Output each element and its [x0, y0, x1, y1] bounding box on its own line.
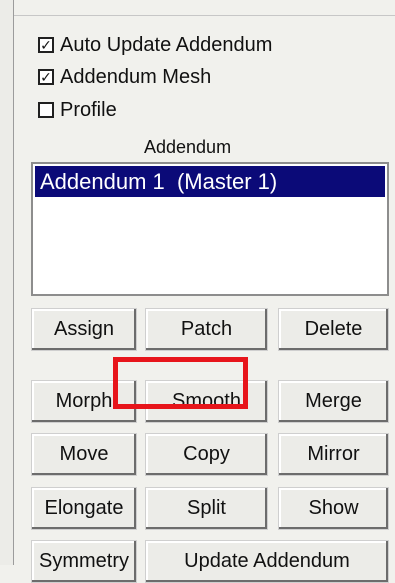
auto-update-addendum-label: Auto Update Addendum — [60, 34, 273, 56]
addendum-action-buttons: Assign Patch Delete Morph Smooth Merge M… — [26, 307, 394, 583]
merge-button[interactable]: Merge — [278, 380, 389, 423]
left-frame-border — [0, 0, 14, 565]
addendum-mesh-checkbox[interactable]: ✓ — [38, 69, 54, 85]
checkmark-icon: ✓ — [40, 37, 52, 53]
elongate-button[interactable]: Elongate — [31, 487, 137, 530]
smooth-button[interactable]: Smooth — [145, 380, 268, 423]
addendum-section-title: Addendum — [144, 137, 232, 157]
addendum-mesh-label: Addendum Mesh — [60, 66, 212, 88]
copy-button[interactable]: Copy — [145, 433, 268, 476]
move-button[interactable]: Move — [31, 433, 137, 476]
delete-button[interactable]: Delete — [278, 308, 389, 351]
mirror-button[interactable]: Mirror — [278, 433, 389, 476]
patch-button[interactable]: Patch — [145, 308, 268, 351]
auto-update-addendum-option[interactable]: ✓ Auto Update Addendum — [38, 31, 272, 59]
profile-checkbox[interactable] — [38, 102, 54, 118]
morph-button[interactable]: Morph — [31, 380, 137, 423]
addendum-mesh-option[interactable]: ✓ Addendum Mesh — [38, 63, 211, 91]
addendum-panel: ✓ Auto Update Addendum ✓ Addendum Mesh P… — [26, 17, 394, 583]
show-button[interactable]: Show — [278, 487, 389, 530]
profile-option[interactable]: Profile — [38, 96, 117, 124]
top-frame-border — [14, 0, 395, 16]
assign-button[interactable]: Assign — [31, 308, 137, 351]
symmetry-button[interactable]: Symmetry — [31, 540, 137, 583]
addendum-list[interactable]: Addendum 1 (Master 1) — [31, 162, 389, 296]
update-addendum-button[interactable]: Update Addendum — [145, 540, 389, 583]
auto-update-addendum-checkbox[interactable]: ✓ — [38, 37, 54, 53]
selected-addendum-list-item[interactable]: Addendum 1 (Master 1) — [35, 166, 385, 197]
addendum-panel-window: ✓ Auto Update Addendum ✓ Addendum Mesh P… — [0, 0, 395, 583]
split-button[interactable]: Split — [145, 487, 268, 530]
profile-label: Profile — [60, 99, 117, 121]
checkmark-icon: ✓ — [40, 69, 52, 85]
